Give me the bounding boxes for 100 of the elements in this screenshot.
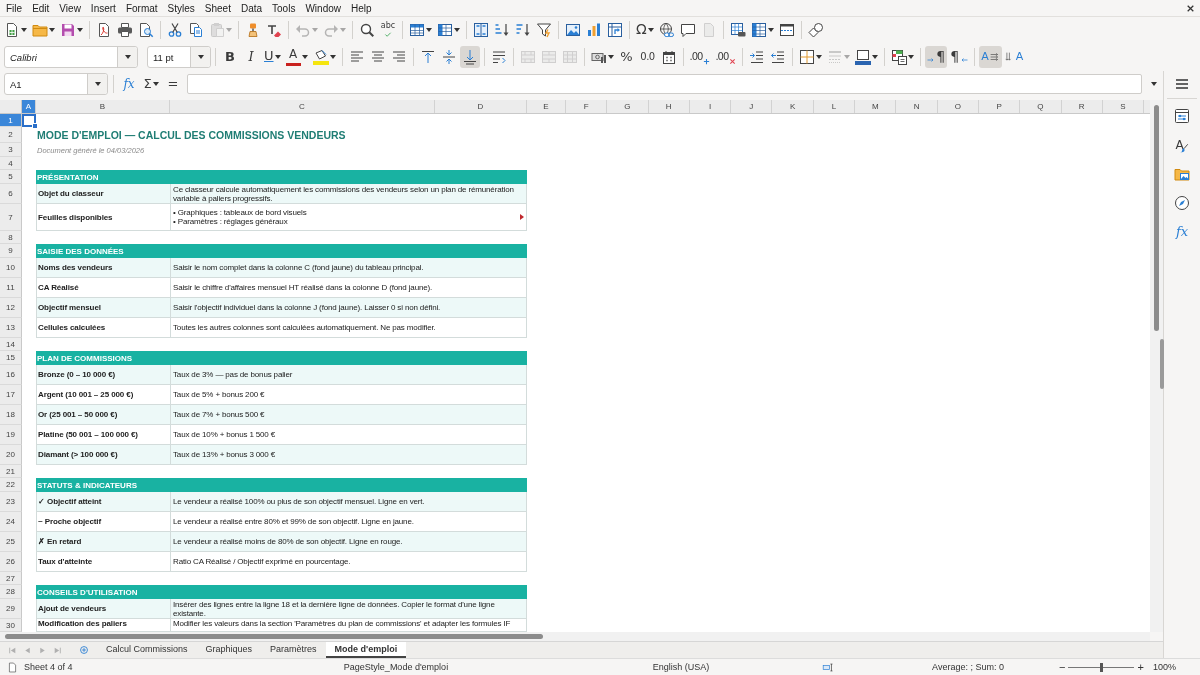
row-header[interactable]: 13 [0,318,22,338]
column-header[interactable]: A [22,100,36,113]
name-box-field[interactable]: A1 [4,73,108,95]
row-header[interactable]: 24 [0,512,22,532]
column-header[interactable]: D [435,100,527,113]
row-header[interactable]: 25 [0,532,22,552]
row-header[interactable]: 18 [0,405,22,425]
scrollbar-thumb[interactable] [1154,105,1159,331]
row-header[interactable]: 11 [0,278,22,298]
row-header[interactable]: 20 [0,445,22,465]
sheet-tab[interactable]: Paramètres [261,642,326,658]
row-header[interactable]: 15 [0,351,22,365]
functions-button[interactable]: fx [1170,220,1194,244]
menu-item[interactable]: View [54,2,86,14]
dropdown-button[interactable] [87,74,107,94]
row-header[interactable]: 8 [0,231,22,244]
dropdown-button[interactable] [190,47,210,67]
selected-cell[interactable] [22,114,36,127]
font-size-field[interactable]: 11 pt [147,46,211,68]
row-header[interactable]: 10 [0,258,22,278]
scrollbar-thumb[interactable] [5,634,543,639]
column-header[interactable]: F [566,100,608,113]
menu-item[interactable]: Window [300,2,346,14]
rtl-button[interactable]: ¶ [948,46,971,68]
sidebar-grip[interactable] [1160,339,1164,389]
menu-item[interactable]: Styles [162,2,200,14]
column-header[interactable]: E [527,100,566,113]
menu-item[interactable]: Insert [85,2,121,14]
menu-item[interactable]: Data [235,2,268,14]
sum-button[interactable]: Σ [141,73,161,95]
function-wizard-button[interactable]: fx [119,73,139,95]
fill-handle[interactable] [32,123,38,129]
column-header[interactable]: B [36,100,170,113]
text-vertical-button[interactable]: A [1002,46,1026,68]
menu-item[interactable]: Sheet [199,2,236,14]
number-button[interactable]: 0.0 [637,46,658,68]
column-header[interactable]: P [978,100,1021,113]
row-header[interactable]: 19 [0,425,22,445]
row-header[interactable]: 5 [0,170,22,184]
row-header[interactable]: 27 [0,572,22,585]
spelling-button[interactable]: abc [378,19,398,41]
delete-decimal-button[interactable]: .00 [713,46,739,68]
row-header[interactable]: 6 [0,184,22,204]
vertical-scrollbar[interactable] [1150,100,1163,632]
row-header[interactable]: 23 [0,492,22,512]
column-header[interactable]: O [937,100,979,113]
column-header[interactable]: N [896,100,938,113]
column-header[interactable]: K [772,100,814,113]
row-header[interactable]: 1 [0,114,22,127]
bold-button[interactable]: B [220,46,240,68]
styles-button[interactable]: A [1170,133,1194,157]
add-decimal-button[interactable]: .00 [687,46,713,68]
slider-thumb[interactable] [1100,662,1104,672]
row-header[interactable]: 28 [0,585,22,599]
font-name-field[interactable]: Calibri [4,46,138,68]
column-header[interactable]: S [1102,100,1145,113]
row-header[interactable]: 21 [0,465,22,478]
menu-item[interactable]: Tools [267,2,301,14]
underline-button[interactable]: U [262,46,283,68]
row-header[interactable]: 22 [0,478,22,492]
sheet-tab[interactable]: Calcul Commissions [97,642,197,658]
row-header[interactable]: 16 [0,365,22,385]
column-header[interactable]: C [170,100,435,113]
sheet-tab[interactable]: Graphiques [196,642,262,658]
zoom-in-button[interactable]: + [1134,661,1147,673]
column-header[interactable]: G [607,100,649,113]
percent-button[interactable]: % [616,46,637,68]
column-header[interactable]: H [648,100,690,113]
column-header[interactable]: J [731,100,773,113]
sheet-tab[interactable]: Mode d'emploi [325,642,407,658]
font-color-button[interactable]: A [283,46,310,68]
menu-item[interactable]: Edit [27,2,55,14]
row-header[interactable]: 30 [0,619,22,632]
zoom-out-button[interactable]: − [1056,661,1069,673]
row-header[interactable]: 4 [0,157,22,170]
formula-input-field[interactable] [187,74,1142,94]
menu-item[interactable]: Format [120,2,163,14]
close-button[interactable] [1186,3,1195,13]
row-header[interactable]: 14 [0,338,22,351]
ltr-button[interactable]: ¶ [925,46,948,68]
row-header[interactable]: 12 [0,298,22,318]
column-header[interactable]: I [689,100,732,113]
formula-button[interactable]: = [163,73,183,95]
row-header[interactable]: 2 [0,127,22,143]
align-bottom-button[interactable] [459,46,480,68]
row-header[interactable]: 17 [0,385,22,405]
column-header[interactable]: L [813,100,856,113]
special-character-button[interactable]: Ω [634,19,656,41]
italic-button[interactable]: I [241,46,261,68]
row-header[interactable]: 29 [0,599,22,619]
row-header[interactable]: 7 [0,204,22,231]
horizontal-scrollbar[interactable] [0,632,1150,641]
row-header[interactable]: 3 [0,143,22,157]
column-header[interactable]: R [1061,100,1103,113]
row-header[interactable]: 26 [0,552,22,572]
row-header[interactable]: 9 [0,244,22,258]
dropdown-button[interactable] [117,47,137,67]
zoom-slider[interactable] [1068,661,1135,673]
column-header[interactable]: Q [1020,100,1062,113]
menu-item[interactable]: Help [346,2,377,14]
